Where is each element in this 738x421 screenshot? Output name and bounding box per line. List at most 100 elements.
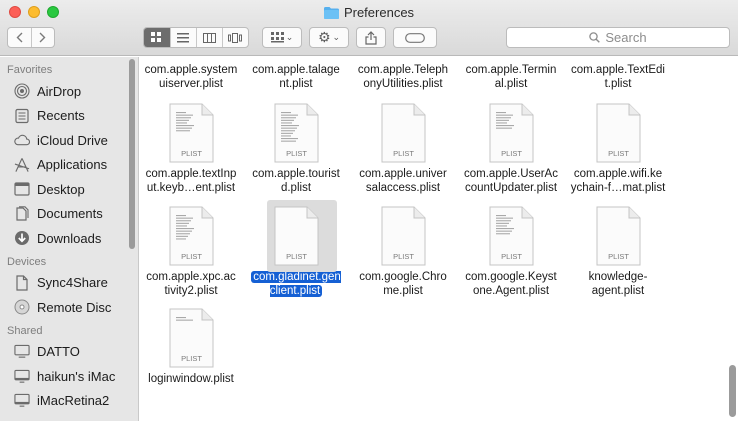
file-item[interactable]: PLIST loginwindow.plist — [140, 308, 243, 386]
file-name: com.apple.TextEdi t.plist — [571, 64, 665, 90]
file-name: com.google.Chro me.plist — [359, 271, 447, 297]
sidebar-header-devices: Devices — [7, 255, 47, 268]
file-item[interactable]: com.apple.system uiserver.plist — [140, 59, 243, 91]
svg-text:PLIST: PLIST — [501, 149, 522, 158]
content-scrollbar[interactable] — [729, 365, 736, 417]
sidebar-item-label: Sync4Share — [37, 275, 108, 291]
sidebar-item-datto[interactable]: DATTO — [0, 340, 138, 365]
file-item[interactable]: PLIST com.gladinet.gen client.plist — [244, 200, 348, 298]
recents-icon — [14, 108, 30, 124]
file-name: com.google.Keyst one.Agent.plist — [465, 271, 557, 297]
file-name: loginwindow.plist — [148, 373, 234, 385]
file-item[interactable]: PLIST com.google.Keyst one.Agent.plist — [459, 206, 563, 298]
icon-grid-icon — [151, 32, 162, 42]
share-icon — [365, 30, 377, 45]
window-title-area: Preferences — [0, 5, 738, 22]
plist-file-icon: PLIST — [593, 103, 643, 163]
file-name: com.apple.wifi.ke ychain-f…mat.plist — [570, 168, 666, 194]
sidebar-item-imacretina2[interactable]: iMacRetina2 — [0, 389, 138, 414]
back-button[interactable] — [8, 28, 31, 47]
file-name: com.gladinet.gen client.plist — [251, 271, 341, 297]
columns-icon — [202, 32, 216, 43]
sidebar-item-applications[interactable]: Applications — [0, 153, 138, 178]
file-item[interactable]: com.apple.talage nt.plist — [244, 59, 348, 91]
plist-file-icon: PLIST — [486, 206, 536, 266]
sidebar-scrollbar[interactable] — [129, 59, 135, 249]
svg-text:PLIST: PLIST — [181, 149, 202, 158]
file-name: com.apple.Termin al.plist — [465, 64, 557, 90]
svg-text:PLIST: PLIST — [608, 252, 629, 261]
plist-file-icon: PLIST — [486, 103, 536, 163]
search-placeholder: Search — [605, 30, 647, 45]
chevron-down-icon: ⌄ — [332, 32, 341, 42]
sidebar-item-desktop[interactable]: Desktop — [0, 177, 138, 202]
folder-icon — [323, 7, 339, 22]
sidebar-header-shared: Shared — [7, 324, 43, 337]
sidebar-item-haikun-s-imac[interactable]: haikun's iMac — [0, 364, 138, 389]
sidebar-item-label: Downloads — [37, 230, 102, 246]
tag-icon — [405, 32, 425, 43]
sidebar-header-favorites: Favorites — [7, 64, 53, 76]
chevron-down-icon: ⌄ — [285, 32, 294, 42]
navigation-control — [7, 27, 55, 48]
sidebar-item-documents[interactable]: Documents — [0, 202, 138, 227]
sidebar-item-label: haikun's iMac — [37, 368, 116, 384]
sidebar-item-sync4share[interactable]: Sync4Share — [0, 271, 138, 296]
sidebar-item-icloud-drive[interactable]: iCloud Drive — [0, 128, 138, 153]
file-item[interactable]: PLIST com.apple.wifi.ke ychain-f…mat.plis… — [566, 103, 670, 195]
file-browser-content: com.apple.system uiserver.plist com.apple… — [140, 57, 738, 421]
gear-icon: ⚙ — [317, 29, 331, 45]
plist-file-icon: PLIST — [271, 103, 321, 163]
plist-file-icon: PLIST — [166, 308, 216, 368]
list-view-button[interactable] — [169, 28, 196, 47]
sidebar-item-label: Applications — [37, 157, 108, 173]
sidebar-item-label: DATTO — [37, 344, 80, 360]
search-icon — [589, 32, 601, 43]
file-name: com.apple.univer salaccess.plist — [359, 168, 447, 194]
file-name: com.apple.tourist d.plist — [252, 168, 340, 194]
sidebar-item-remote-disc[interactable]: Remote Disc — [0, 295, 138, 320]
chevron-left-icon — [16, 32, 23, 43]
svg-text:PLIST: PLIST — [393, 149, 414, 158]
downloads-icon — [14, 230, 30, 246]
sidebar-item-label: Remote Disc — [37, 299, 112, 315]
sidebar-item-recents[interactable]: Recents — [0, 104, 138, 129]
file-item[interactable]: PLIST com.apple.tourist d.plist — [244, 103, 348, 195]
file-name: com.apple.system uiserver.plist — [144, 64, 238, 90]
arrange-menu-button[interactable]: ⌄ — [262, 27, 302, 48]
window-toolbar: Preferences ⌄ ⚙ ⌄ Search — [0, 0, 738, 56]
plist-file-icon: PLIST — [166, 103, 216, 163]
tags-button[interactable] — [393, 27, 437, 48]
disc-icon — [14, 299, 30, 315]
icon-view-button[interactable] — [144, 28, 170, 47]
file-item[interactable]: com.apple.Termin al.plist — [459, 59, 563, 91]
sidebar-item-airdrop[interactable]: AirDrop — [0, 79, 138, 104]
gallery-view-button[interactable] — [221, 28, 248, 47]
airdrop-icon — [14, 83, 30, 99]
arrange-grid-icon — [270, 32, 284, 43]
file-name: com.apple.textInp ut.keyb…ent.plist — [145, 168, 237, 194]
file-item[interactable]: PLIST com.google.Chro me.plist — [351, 206, 455, 298]
sidebar-item-label: Documents — [37, 206, 103, 222]
plist-file-icon: PLIST — [166, 206, 216, 266]
applications-icon — [14, 157, 30, 173]
document-icon — [14, 275, 30, 291]
share-button[interactable] — [356, 27, 386, 48]
plist-file-icon: PLIST — [271, 206, 321, 266]
forward-button[interactable] — [30, 28, 55, 47]
search-field[interactable]: Search — [506, 27, 730, 48]
file-item[interactable]: PLIST com.apple.xpc.ac tivity2.plist — [140, 206, 243, 298]
action-menu-button[interactable]: ⚙ ⌄ — [309, 27, 349, 48]
file-item[interactable]: PLIST knowledge- agent.plist — [566, 206, 670, 298]
sidebar-item-downloads[interactable]: Downloads — [0, 226, 138, 251]
sidebar-item-label: iMacRetina2 — [37, 393, 110, 409]
sidebar-item-label: Desktop — [37, 181, 85, 197]
column-view-button[interactable] — [195, 28, 222, 47]
view-mode-control — [143, 27, 249, 48]
file-item[interactable]: PLIST com.apple.textInp ut.keyb…ent.plist — [140, 103, 243, 195]
file-item[interactable]: com.apple.Teleph onyUtilities.plist — [351, 59, 455, 91]
file-item[interactable]: PLIST com.apple.UserAc countUpdater.plist — [459, 103, 563, 195]
file-item[interactable]: PLIST com.apple.univer salaccess.plist — [351, 103, 455, 195]
svg-text:PLIST: PLIST — [181, 354, 202, 363]
file-item[interactable]: com.apple.TextEdi t.plist — [566, 59, 670, 91]
